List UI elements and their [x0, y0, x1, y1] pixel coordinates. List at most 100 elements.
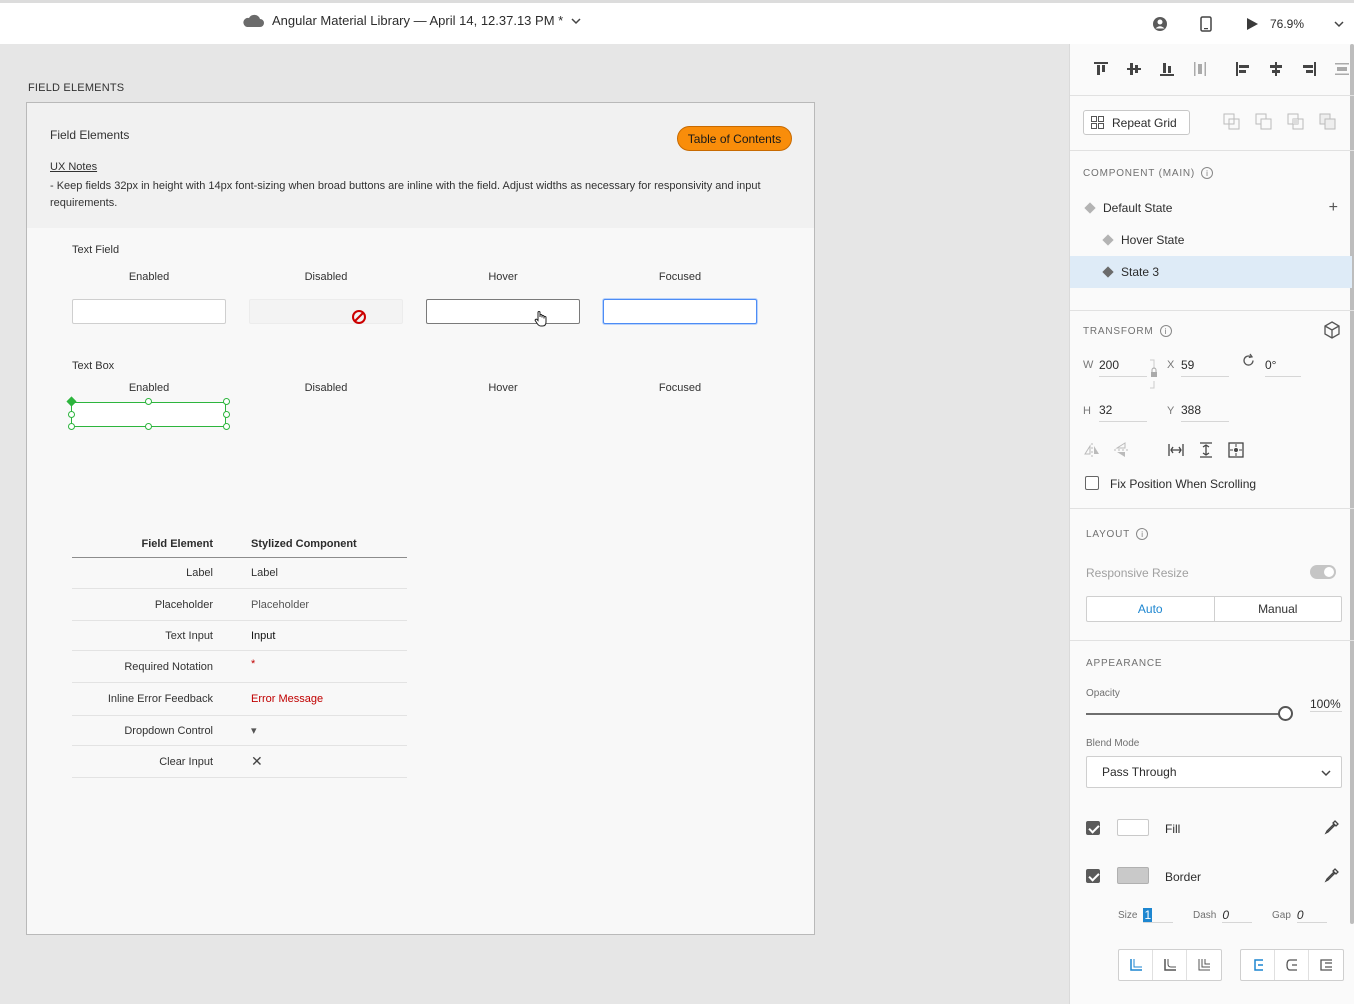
align-center-icon[interactable]	[1259, 56, 1292, 82]
row-value: Placeholder	[251, 598, 310, 611]
x-field[interactable]: 59	[1181, 358, 1229, 377]
blend-mode-label: Blend Mode	[1086, 738, 1140, 749]
border-checkbox[interactable]	[1086, 869, 1100, 883]
clear-icon: ✕	[251, 753, 263, 769]
union-icon[interactable]	[1222, 112, 1242, 132]
row-label: Inline Error Feedback	[107, 693, 213, 705]
distribute-vertical-icon[interactable]	[1325, 56, 1354, 82]
table-of-contents-button[interactable]: Table of Contents	[677, 126, 792, 151]
round-join-icon[interactable]	[1153, 950, 1187, 980]
device-preview-icon[interactable]	[1196, 14, 1216, 34]
exclude-overlap-icon[interactable]	[1318, 112, 1338, 132]
text-field-enabled[interactable]	[72, 299, 226, 324]
align-section	[1070, 44, 1354, 96]
resize-handle[interactable]	[68, 411, 75, 418]
align-left-icon[interactable]	[1226, 56, 1259, 82]
inside-stroke-icon[interactable]	[1241, 950, 1275, 980]
miter-join-icon[interactable]	[1119, 950, 1153, 980]
chevron-down-icon	[1334, 20, 1344, 27]
repeat-grid-button[interactable]: Repeat Grid	[1083, 110, 1190, 135]
chevron-down-icon	[1321, 770, 1331, 777]
artboard-label[interactable]: FIELD ELEMENTS	[28, 82, 124, 94]
component-heading-label: COMPONENT (MAIN)	[1083, 167, 1196, 179]
fix-position-checkbox[interactable]	[1085, 476, 1099, 490]
layout-heading: LAYOUT i	[1086, 528, 1149, 540]
dash-label: Dash	[1193, 910, 1217, 921]
stroke-size-field[interactable]: 1	[1143, 908, 1174, 923]
header-field-element: Field Element	[141, 537, 213, 550]
component-heading: COMPONENT (MAIN) i	[1083, 167, 1214, 179]
info-icon[interactable]: i	[1201, 167, 1214, 179]
width-field[interactable]: 200	[1099, 358, 1147, 377]
opacity-slider-track[interactable]	[1086, 713, 1284, 715]
distribute-horizontal-icon[interactable]	[1183, 56, 1216, 82]
resize-handle[interactable]	[68, 423, 75, 430]
document-title-menu[interactable]: Angular Material Library — April 14, 12.…	[242, 13, 581, 28]
align-right-icon[interactable]	[1292, 56, 1325, 82]
align-bottom-icon[interactable]	[1150, 56, 1183, 82]
stroke-dash-field[interactable]: 0	[1222, 908, 1253, 923]
manual-mode-button[interactable]: Manual	[1215, 597, 1342, 621]
resize-handle[interactable]	[223, 411, 230, 418]
stroke-gap-field[interactable]: 0	[1296, 908, 1327, 923]
artboard[interactable]: Field Elements Table of Contents UX Note…	[26, 102, 815, 935]
flip-vertical-icon[interactable]	[1113, 442, 1129, 458]
fill-color-swatch[interactable]	[1117, 819, 1149, 836]
state-default[interactable]: Default State +	[1070, 192, 1352, 224]
appearance-heading: APPEARANCE	[1086, 658, 1163, 669]
info-icon[interactable]: i	[1159, 325, 1172, 337]
lock-aspect-icon[interactable]	[1149, 359, 1159, 389]
blend-mode-dropdown[interactable]: Pass Through	[1086, 756, 1342, 788]
not-allowed-icon	[352, 310, 366, 324]
chevron-down-icon[interactable]	[571, 16, 581, 26]
share-user-icon[interactable]	[1150, 14, 1170, 34]
repeat-grid-label: Repeat Grid	[1112, 115, 1177, 130]
state-hover[interactable]: Hover State	[1070, 224, 1352, 256]
flip-horizontal-icon[interactable]	[1084, 442, 1100, 458]
play-icon[interactable]	[1242, 14, 1262, 34]
row-label: Text Input	[165, 629, 213, 642]
resize-handle[interactable]	[145, 398, 152, 405]
table-header: Field Element Stylized Component	[72, 530, 407, 558]
col-hover: Hover	[488, 382, 518, 394]
add-state-icon[interactable]: +	[1329, 199, 1338, 217]
opacity-slider-thumb[interactable]	[1278, 706, 1293, 721]
border-color-swatch[interactable]	[1117, 867, 1149, 884]
3d-transform-icon[interactable]	[1323, 321, 1341, 339]
resize-handle[interactable]	[223, 398, 230, 405]
eyedropper-icon[interactable]	[1324, 867, 1340, 883]
rotation-field[interactable]: 0°	[1265, 358, 1301, 377]
fill-checkbox[interactable]	[1086, 821, 1100, 835]
align-top-icon[interactable]	[1084, 56, 1117, 82]
intersect-icon[interactable]	[1286, 112, 1306, 132]
state-3[interactable]: State 3	[1070, 256, 1352, 288]
row-label: Clear Input	[159, 755, 213, 768]
zoom-control[interactable]: 76.9%	[1270, 17, 1354, 31]
dropdown-caret-icon: ▾	[251, 725, 257, 737]
y-field[interactable]: 388	[1181, 403, 1229, 422]
bevel-join-icon[interactable]	[1187, 950, 1221, 980]
row-label: Required Notation	[124, 660, 213, 673]
ux-notes-title: UX Notes	[50, 161, 98, 173]
info-icon[interactable]: i	[1136, 528, 1149, 540]
align-middle-icon[interactable]	[1117, 56, 1150, 82]
subtract-icon[interactable]	[1254, 112, 1274, 132]
state-diamond-icon	[1084, 202, 1096, 214]
design-canvas[interactable]: FIELD ELEMENTS Field Elements Table of C…	[0, 44, 1069, 1004]
pin-all-icon[interactable]	[1228, 442, 1244, 458]
text-field-focused[interactable]	[603, 299, 757, 324]
resize-handle[interactable]	[223, 423, 230, 430]
row-label: Placeholder	[154, 598, 213, 611]
fixed-width-icon[interactable]	[1168, 442, 1184, 458]
text-field-hover[interactable]	[426, 299, 580, 327]
resize-handle[interactable]	[145, 423, 152, 430]
height-field[interactable]: 32	[1099, 403, 1147, 422]
fixed-height-icon[interactable]	[1198, 442, 1214, 458]
responsive-resize-toggle[interactable]	[1310, 565, 1336, 579]
eyedropper-icon[interactable]	[1324, 819, 1340, 835]
opacity-value[interactable]: 100%	[1310, 697, 1342, 712]
outside-stroke-icon[interactable]	[1309, 950, 1343, 980]
center-stroke-icon[interactable]	[1275, 950, 1309, 980]
auto-mode-button[interactable]: Auto	[1087, 597, 1215, 621]
col-enabled: Enabled	[128, 271, 170, 283]
